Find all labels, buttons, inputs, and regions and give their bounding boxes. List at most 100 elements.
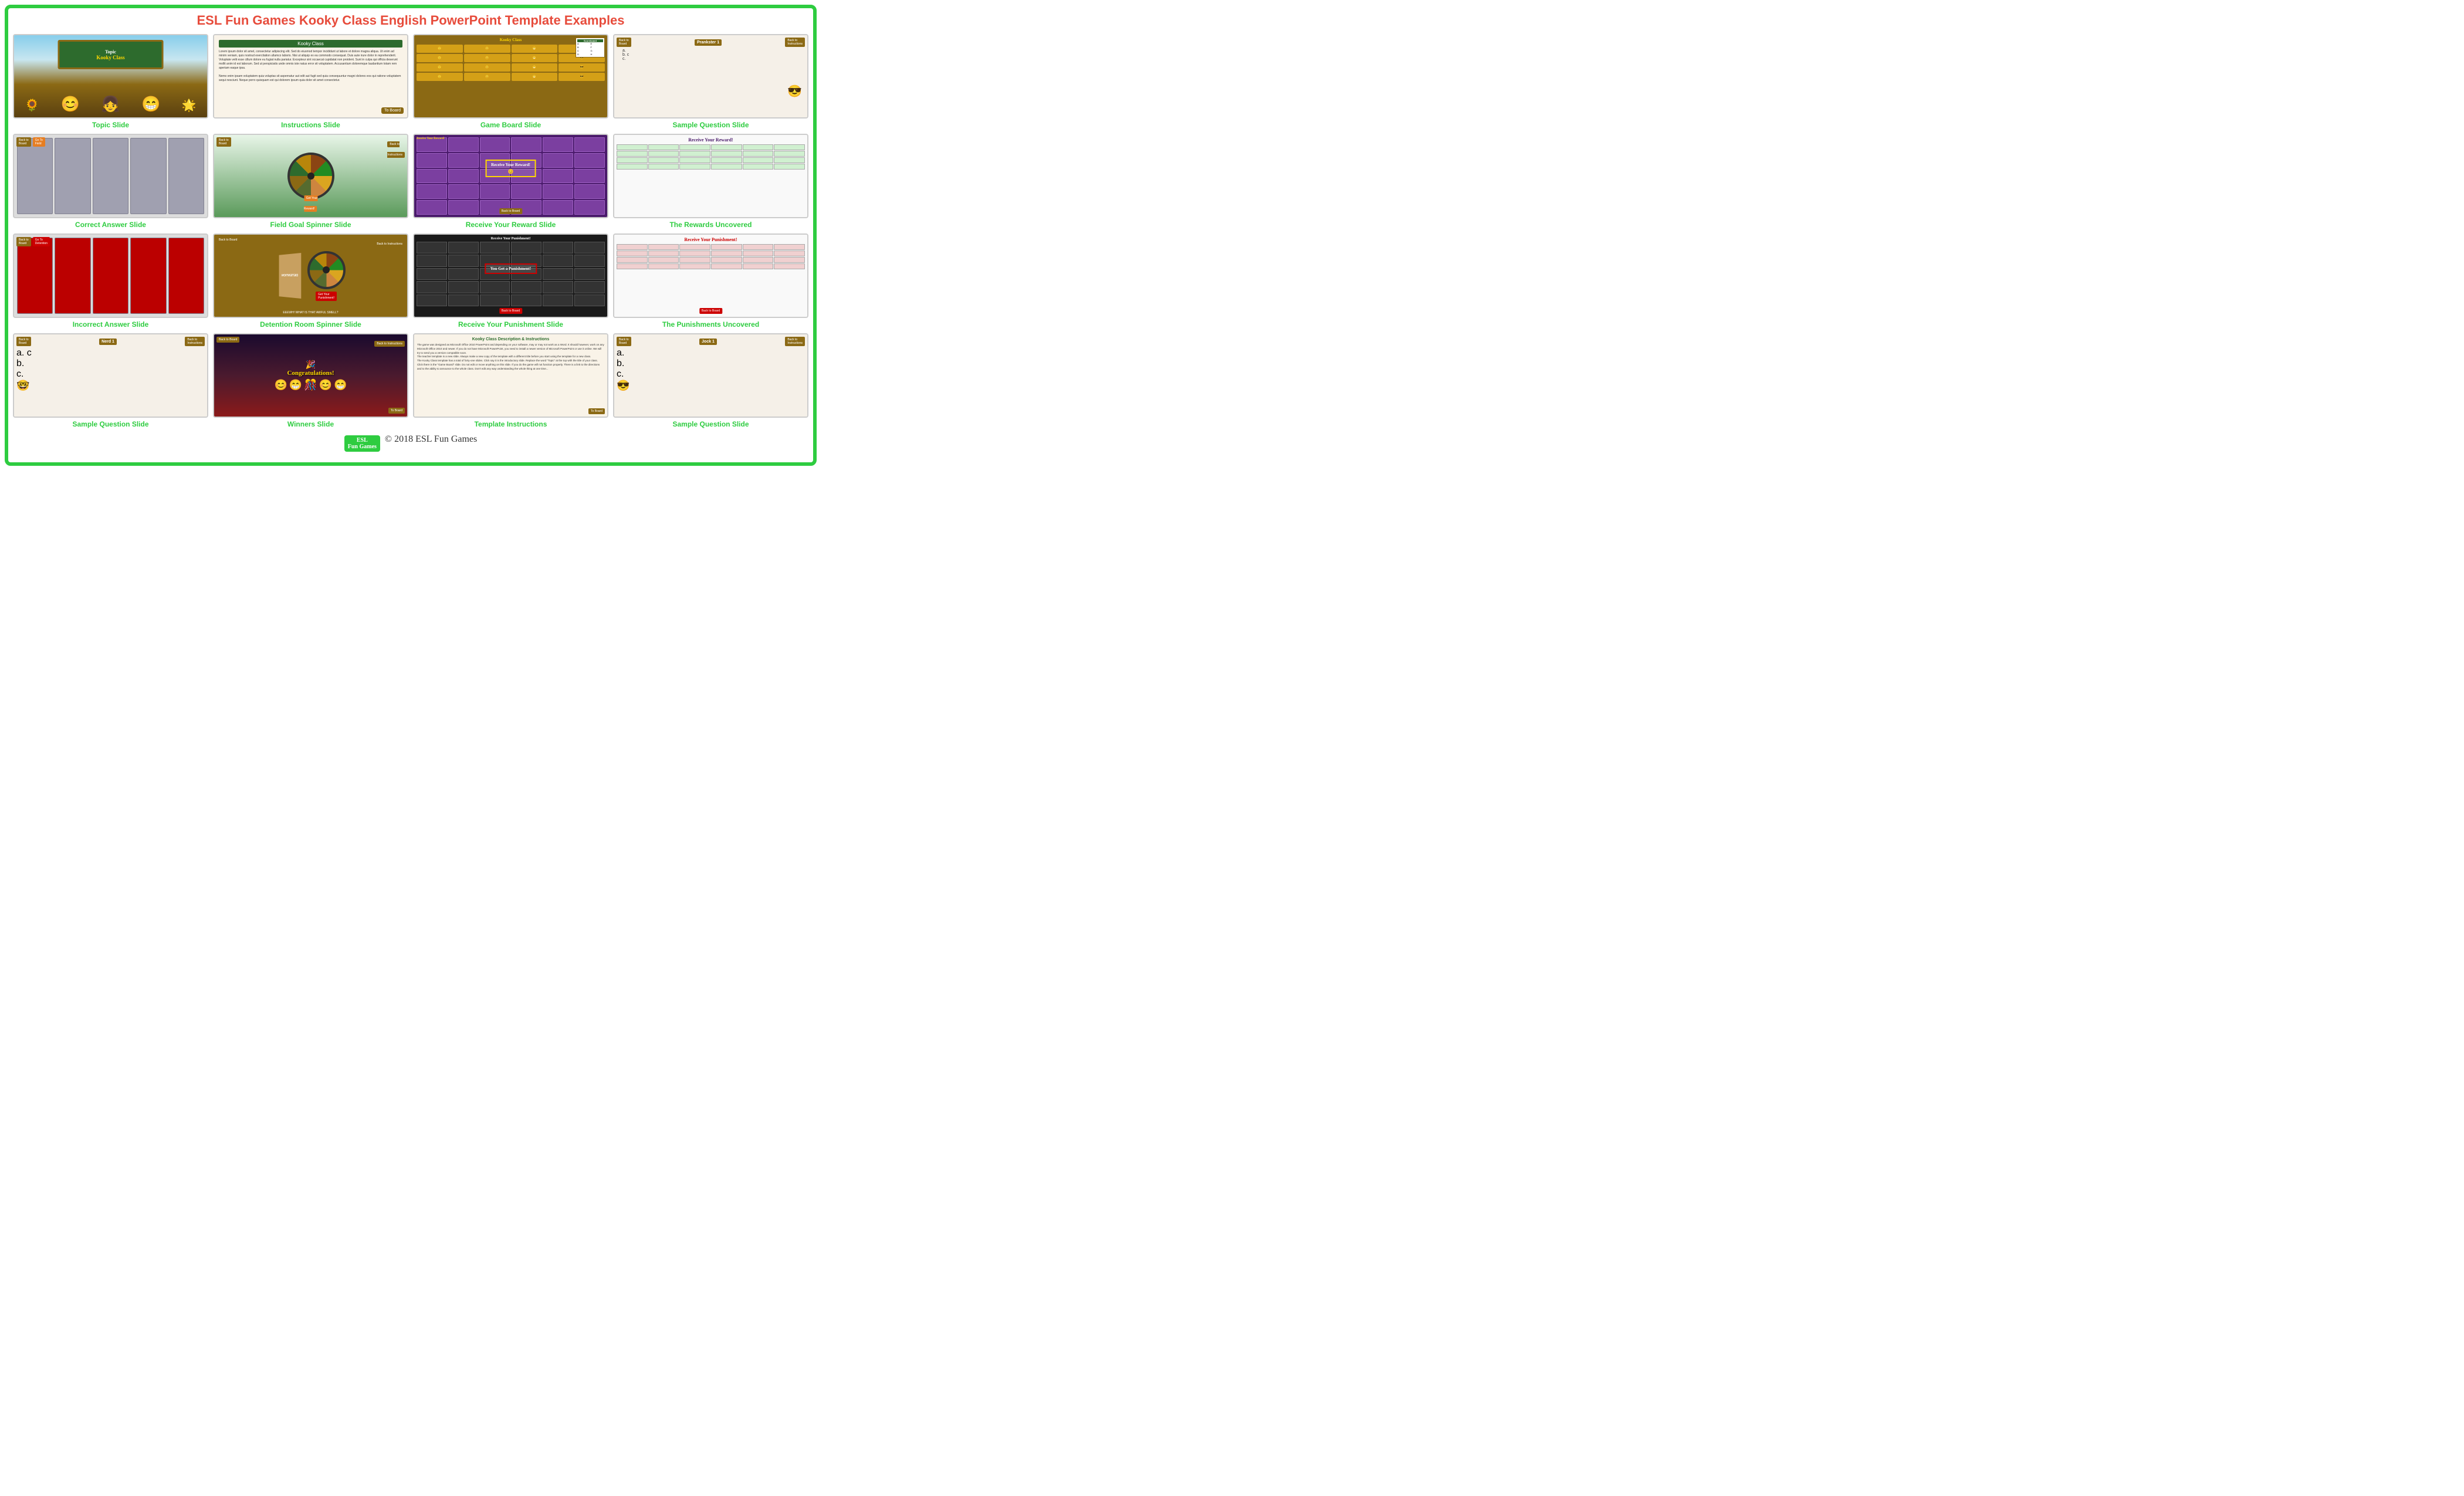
prankster-instructions-btn[interactable]: Back toInstructions <box>785 38 805 47</box>
incorrect-back-btn[interactable]: Back toBoard <box>16 237 31 246</box>
detention-wheel <box>307 251 346 289</box>
reward-emoji-board: 😊 <box>491 169 530 174</box>
incorrect-detention-btn[interactable]: Go ToDetention <box>33 237 50 246</box>
back-to-board-reward[interactable]: Back to Board <box>499 208 522 214</box>
detention-back-btn[interactable]: Back to Board <box>216 237 239 243</box>
uc-p-1 <box>617 244 648 250</box>
r-cell-17 <box>543 169 573 184</box>
nerd-slide-content: Back toBoard Nerd 1 Back toInstructions … <box>14 334 207 417</box>
nerd-instructions-btn[interactable]: Back toInstructions <box>185 337 205 346</box>
slide-img-jock: Back toBoard Jock 1 Back toInstructions … <box>613 333 808 418</box>
incorrect-lockers <box>14 235 207 317</box>
incorrect-nav: Back toBoard Go ToDetention <box>16 237 50 246</box>
template-to-board[interactable]: To Board <box>588 408 605 414</box>
footer-text: © 2018 ESL Fun Games <box>385 434 477 444</box>
uc-r-11 <box>743 151 774 157</box>
slide-label-gameboard: Game Board Slide <box>480 121 541 129</box>
winners-instructions-btn[interactable]: Back to Instructions <box>374 341 405 347</box>
slide-label-prankster: Sample Question Slide <box>672 121 749 129</box>
r-cell-25 <box>417 200 447 215</box>
jock-instructions-btn[interactable]: Back toInstructions <box>785 337 805 346</box>
locker-3 <box>93 138 128 214</box>
pb-23 <box>543 281 573 293</box>
slide-cell-topic: Topic Kooky Class 🌻 😊 👧 😁 🌟 Topic Slide <box>13 34 208 129</box>
slide-cell-punish-board: Receive Your Punishment! <box>413 233 608 329</box>
r-cell-30 <box>574 200 605 215</box>
back-to-board-pu[interactable]: Back to Board <box>699 308 722 314</box>
uc-r-17 <box>743 157 774 163</box>
to-board-btn-instructions[interactable]: To Board <box>381 107 404 114</box>
correct-back-btn[interactable]: Back toBoard <box>16 137 31 147</box>
uc-p-16 <box>711 257 742 263</box>
nerd-back-btn[interactable]: Back toBoard <box>16 337 31 346</box>
r-cell-21 <box>480 184 510 199</box>
locker-r4 <box>130 238 166 314</box>
winner-emojis: 😊 😁 🎊 😊 😁 <box>274 379 347 391</box>
slide-img-template: Kooky Class Description & Instructions T… <box>413 333 608 418</box>
answer-a: a. <box>622 49 805 53</box>
prankster-nav: Back toBoard Prankster 1 Back toInstruct… <box>617 38 805 47</box>
correct-go-field-btn[interactable]: Go ToField <box>33 137 45 147</box>
uc-r-5 <box>743 144 774 150</box>
score-grid: AE BF CG DH <box>577 42 603 56</box>
winners-back-btn[interactable]: Back to Board <box>216 337 239 343</box>
spinner-back-btn[interactable]: Back toBoard <box>216 137 231 147</box>
detention-instructions-btn[interactable]: Back to Instructions <box>374 241 405 247</box>
template-title: Kooky Class Description & Instructions <box>417 337 604 341</box>
footer-logo: ESLFun Games <box>344 435 380 452</box>
r-cell-23 <box>543 184 573 199</box>
to-board-winners[interactable]: To Board <box>388 408 405 414</box>
desk-3: 😁 <box>512 45 558 53</box>
slide-cell-punishments-uncovered: Receive Your Punishment! <box>613 233 808 329</box>
jock-back-btn[interactable]: Back toBoard <box>617 337 631 346</box>
instructions-slide-content: Kooky Class Lorem ipsum dolor sit amet, … <box>214 35 407 117</box>
winners-slide-content: Back to Board Back to Instructions 🎉 Con… <box>214 334 407 417</box>
uc-p-21 <box>679 263 710 269</box>
char-1: 🌻 <box>25 100 39 111</box>
chalkboard: Topic Kooky Class <box>57 40 164 69</box>
instructions-text: Lorem ipsum dolor sit amet, consectetur … <box>219 50 402 83</box>
lockers <box>14 135 207 217</box>
pb-14 <box>448 268 479 280</box>
desk-5: 🙂 <box>417 54 463 62</box>
jock-answer-b: b. <box>617 358 805 369</box>
uc-r-20 <box>648 164 679 170</box>
correct-slide-content: Back toBoard Go ToField You Deserve a Re… <box>14 135 207 217</box>
prankster-title: Prankster 1 <box>695 39 722 46</box>
slide-label-rewards-uncovered: The Rewards Uncovered <box>669 221 752 229</box>
slide-label-reward-board: Receive Your Reward Slide <box>466 221 556 229</box>
slide-img-gameboard: Kooky Class Scoreboard AE BF CG DH 🙂 😊 <box>413 34 608 119</box>
slide-label-detention-spinner: Detention Room Spinner Slide <box>260 320 361 329</box>
detention-nav: Back to Board <box>216 237 239 243</box>
uc-r-9 <box>679 151 710 157</box>
prankster-back-btn[interactable]: Back toBoard <box>617 38 631 47</box>
slide-img-punishments-uncovered: Receive Your Punishment! <box>613 233 808 318</box>
uc-r-19 <box>617 164 648 170</box>
slide-cell-nerd: Back toBoard Nerd 1 Back toInstructions … <box>13 333 208 428</box>
uc-r-14 <box>648 157 679 163</box>
slide-cell-instructions: Kooky Class Lorem ipsum dolor sit amet, … <box>213 34 408 129</box>
desk-9: 🙂 <box>417 63 463 72</box>
spinner-instructions-btn[interactable]: Back toInstructions <box>387 141 405 158</box>
uc-p-5 <box>743 244 774 250</box>
get-punishment-btn[interactable]: Get YourPunishment! <box>316 292 337 301</box>
jock-content: a. b. c. 😎 <box>617 348 805 401</box>
desk-6: 😊 <box>464 54 510 62</box>
winner-emoji-1: 😊 <box>274 379 287 391</box>
nerd-answer-b: b. <box>16 358 205 369</box>
back-to-board-punish[interactable]: Back to Board <box>499 308 522 314</box>
detention-slide-content: Back to Board Back to Instructions DETEN… <box>214 235 407 317</box>
uc-p-22 <box>711 263 742 269</box>
answer-c: c. <box>622 57 805 61</box>
get-reward-btn[interactable]: Get YourReward! <box>304 195 317 212</box>
reward-board-nav: Receive Your Reward! <box>414 137 607 140</box>
r-cell-7 <box>417 153 447 168</box>
uc-r-10 <box>711 151 742 157</box>
r-cell-24 <box>574 184 605 199</box>
slides-grid: Topic Kooky Class 🌻 😊 👧 😁 🌟 Topic Slide <box>13 34 808 428</box>
r-cell-18 <box>574 169 605 184</box>
locker-r2 <box>55 238 90 314</box>
nerd-emoji: 🤓 <box>16 380 29 391</box>
detention-spinner-wrap <box>307 251 346 289</box>
uc-r-3 <box>679 144 710 150</box>
